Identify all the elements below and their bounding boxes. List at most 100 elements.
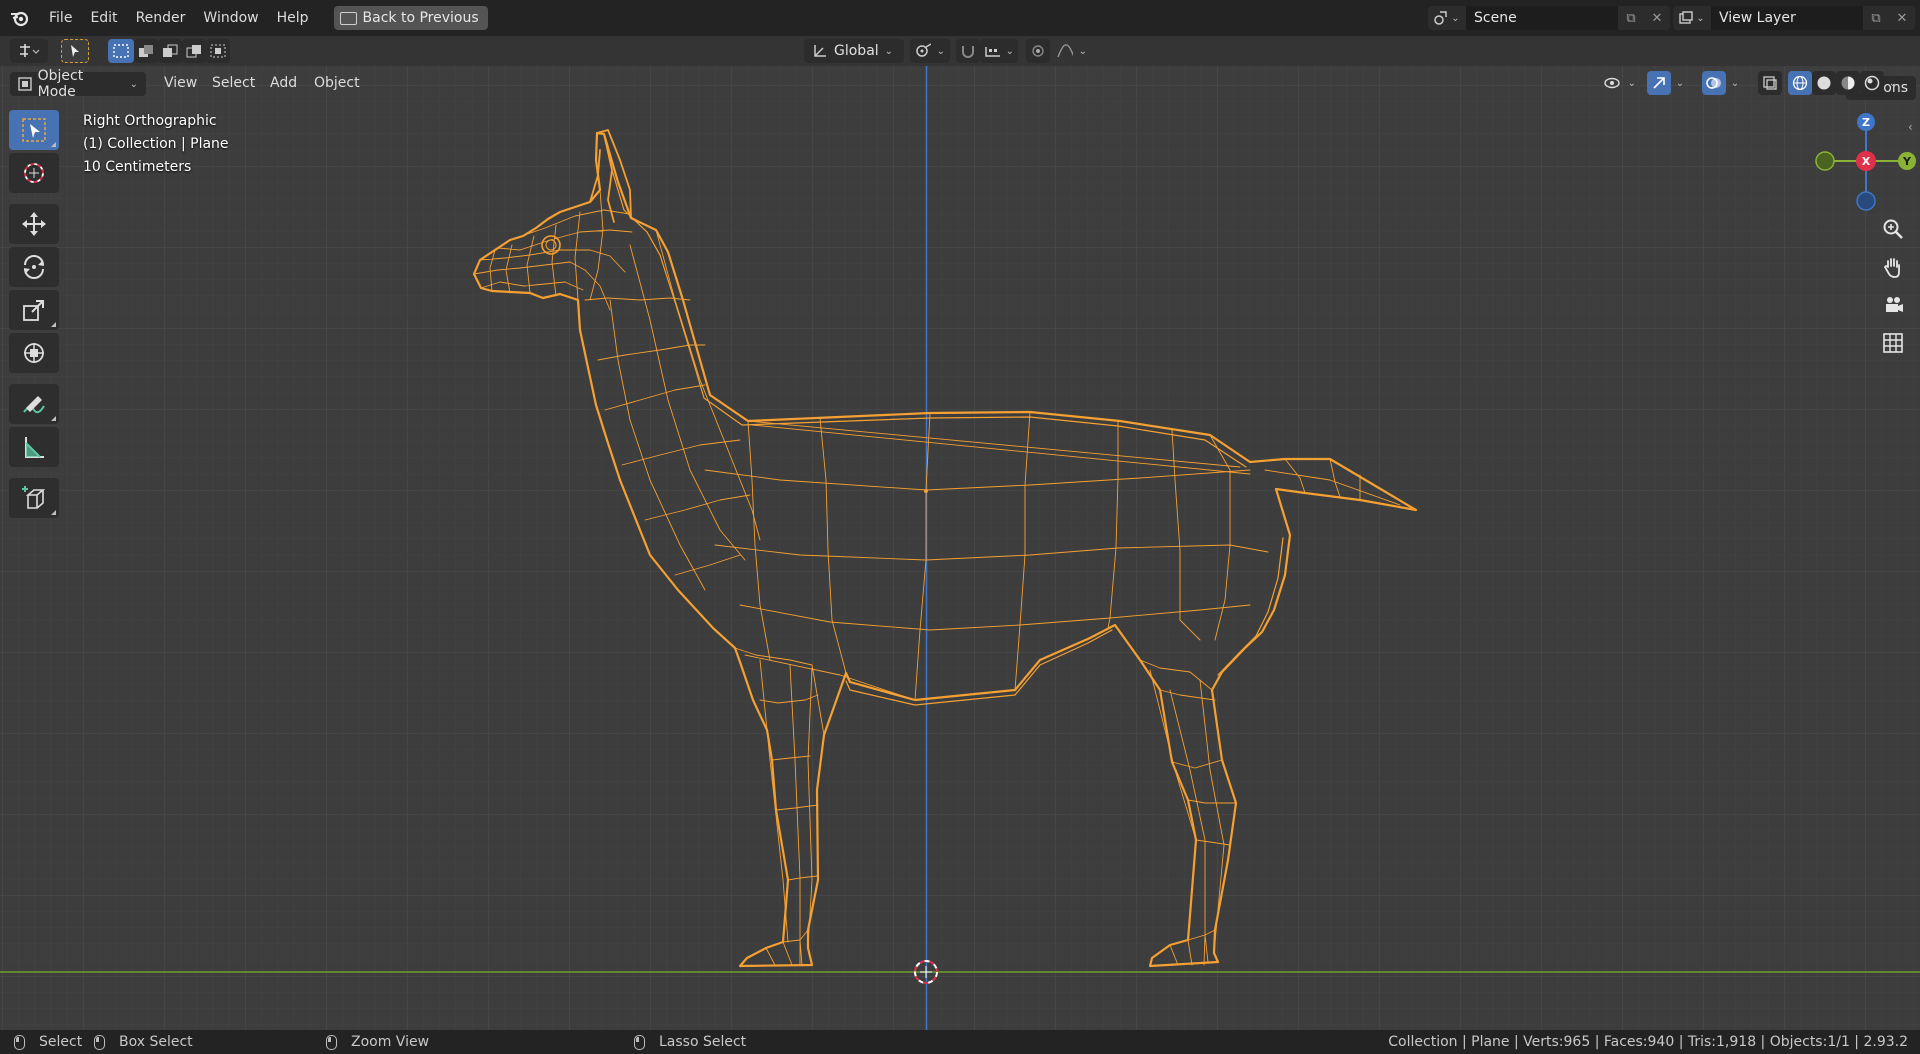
object-mode-label: Object Mode bbox=[37, 68, 84, 100]
shading-wireframe-icon[interactable] bbox=[1788, 71, 1812, 95]
back-screen-icon bbox=[339, 11, 357, 25]
status-box-select-label: Box Select bbox=[119, 1034, 193, 1050]
transform-orientation-label: Global bbox=[834, 43, 879, 59]
snap-target-dropdown[interactable]: ⌄ bbox=[980, 39, 1018, 63]
toggle-perspective-grid-icon[interactable] bbox=[1876, 326, 1910, 360]
navigation-gizmo[interactable]: Z X Y bbox=[1810, 108, 1920, 218]
status-lasso-select-hint: Lasso Select bbox=[634, 1034, 746, 1050]
transform-orientation-dropdown[interactable]: Global ⌄ bbox=[804, 39, 904, 63]
menu-select[interactable]: Select bbox=[206, 72, 261, 94]
view-layer-selector[interactable]: ⌄ View Layer ⧉ ✕ bbox=[1673, 6, 1915, 30]
status-select-hint: Select bbox=[14, 1034, 82, 1050]
measure-tool-icon[interactable] bbox=[9, 427, 59, 467]
menu-edit[interactable]: Edit bbox=[81, 0, 126, 36]
pivot-icon bbox=[916, 43, 931, 57]
orientation-axes-icon bbox=[814, 45, 826, 57]
tool-settings-header: Global ⌄ ⌄ ⌄ ⌄ Options bbox=[0, 36, 1920, 100]
menu-file[interactable]: File bbox=[40, 0, 81, 36]
status-select-label: Select bbox=[39, 1034, 83, 1050]
move-tool-icon[interactable] bbox=[9, 204, 59, 244]
chevron-down-icon: ⌄ bbox=[1078, 45, 1087, 57]
overlays-toggle-icon[interactable] bbox=[1702, 71, 1726, 95]
back-to-previous-label: Back to Previous bbox=[362, 10, 479, 26]
transform-tool-icon[interactable] bbox=[9, 333, 59, 373]
chevron-down-icon: ⌄ bbox=[1451, 12, 1460, 24]
menu-object[interactable]: Object bbox=[308, 72, 366, 94]
gizmo-toggle-icon[interactable] bbox=[1647, 71, 1671, 95]
scene-name-field[interactable]: Scene bbox=[1466, 6, 1618, 30]
new-scene-icon[interactable]: ⧉ bbox=[1618, 6, 1644, 30]
status-box-select-hint: Box Select bbox=[94, 1034, 193, 1050]
top-bar: File Edit Render Window Help Back to Pre… bbox=[0, 0, 1920, 36]
shading-solid-icon[interactable] bbox=[1812, 71, 1836, 95]
pivot-point-dropdown[interactable]: ⌄ bbox=[910, 39, 950, 63]
select-mode-new-icon[interactable] bbox=[108, 39, 134, 63]
status-zoom-view-label: Zoom View bbox=[351, 1034, 430, 1050]
proportional-falloff-dropdown[interactable]: ⌄ bbox=[1052, 39, 1092, 63]
select-mode-intersect-icon[interactable] bbox=[206, 39, 230, 63]
shading-rendered-icon[interactable] bbox=[1860, 71, 1884, 95]
gizmo-z-negative bbox=[1856, 191, 1876, 211]
scene-icon[interactable]: ⌄ bbox=[1428, 6, 1466, 30]
eye-icon bbox=[1604, 77, 1620, 89]
shading-dropdown-icon[interactable]: ⌄ bbox=[1884, 71, 1902, 95]
select-box-tool-icon[interactable] bbox=[9, 110, 59, 150]
shading-material-icon[interactable] bbox=[1836, 71, 1860, 95]
3d-viewport[interactable] bbox=[0, 66, 1920, 1030]
menu-view[interactable]: View bbox=[158, 72, 203, 94]
xray-toggle-icon[interactable] bbox=[1758, 71, 1782, 95]
snap-toggle-icon[interactable] bbox=[956, 39, 980, 63]
menu-window[interactable]: Window bbox=[194, 0, 267, 36]
chevron-down-icon: ⌄ bbox=[129, 78, 138, 90]
active-tool-select-icon[interactable] bbox=[61, 39, 89, 63]
proportional-editing-icon[interactable] bbox=[1026, 39, 1050, 63]
menu-add[interactable]: Add bbox=[264, 72, 303, 94]
pan-view-hand-icon[interactable] bbox=[1876, 250, 1910, 284]
back-to-previous-button[interactable]: Back to Previous bbox=[333, 6, 488, 30]
remove-view-layer-icon[interactable]: ✕ bbox=[1889, 6, 1915, 30]
select-mode-subtract-icon[interactable] bbox=[158, 39, 182, 63]
editor-type-icon[interactable] bbox=[10, 39, 48, 63]
zoom-view-icon[interactable] bbox=[1876, 212, 1910, 246]
view-layer-name-field[interactable]: View Layer bbox=[1711, 6, 1863, 30]
remove-scene-icon[interactable]: ✕ bbox=[1644, 6, 1670, 30]
chevron-down-icon: ⌄ bbox=[884, 45, 894, 57]
viewport-canvas[interactable] bbox=[0, 66, 1920, 1030]
chevron-down-icon: ⌄ bbox=[936, 45, 945, 57]
select-mode-extend-icon[interactable] bbox=[134, 39, 158, 63]
chevron-down-icon: ⌄ bbox=[1627, 77, 1636, 89]
collection-info: (1) Collection | Plane bbox=[83, 136, 229, 152]
rotate-tool-icon[interactable] bbox=[9, 247, 59, 287]
mouse-middle-icon bbox=[326, 1034, 337, 1050]
gizmo-x-label: X bbox=[1862, 155, 1871, 168]
add-cube-tool-icon[interactable] bbox=[9, 478, 59, 518]
visibility-dropdown[interactable]: ⌄ bbox=[1600, 71, 1640, 95]
object-mode-dropdown[interactable]: Object Mode ⌄ bbox=[10, 68, 146, 100]
menu-render[interactable]: Render bbox=[127, 0, 195, 36]
new-view-layer-icon[interactable]: ⧉ bbox=[1863, 6, 1889, 30]
scene-statistics: Collection | Plane | Verts:965 | Faces:9… bbox=[1388, 1034, 1908, 1050]
mouse-right-icon bbox=[634, 1034, 645, 1050]
blender-logo-icon[interactable] bbox=[0, 0, 40, 36]
menu-help[interactable]: Help bbox=[268, 0, 318, 36]
view-layer-icon[interactable]: ⌄ bbox=[1673, 6, 1711, 30]
scene-selector[interactable]: ⌄ Scene ⧉ ✕ bbox=[1428, 6, 1670, 30]
chevron-down-icon: ⌄ bbox=[1005, 45, 1014, 57]
viewport-info: Right Orthographic (1) Collection | Plan… bbox=[83, 110, 229, 179]
camera-view-icon[interactable] bbox=[1876, 288, 1910, 322]
annotate-tool-icon[interactable] bbox=[9, 384, 59, 424]
gizmo-y-label: Y bbox=[1902, 155, 1912, 168]
chevron-down-icon: ⌄ bbox=[1696, 12, 1705, 24]
tool-shelf bbox=[9, 110, 61, 521]
status-zoom-view-hint: Zoom View bbox=[326, 1034, 429, 1050]
grid-scale-info: 10 Centimeters bbox=[83, 159, 192, 175]
status-lasso-select-label: Lasso Select bbox=[659, 1034, 747, 1050]
mouse-drag-icon bbox=[94, 1034, 105, 1050]
gizmo-dropdown-icon[interactable]: ⌄ bbox=[1671, 71, 1689, 95]
select-mode-invert-icon[interactable] bbox=[182, 39, 206, 63]
gizmo-y-negative bbox=[1815, 151, 1835, 171]
overlays-dropdown-icon[interactable]: ⌄ bbox=[1726, 71, 1744, 95]
cursor-tool-icon[interactable] bbox=[9, 153, 59, 193]
object-mode-icon bbox=[18, 77, 32, 91]
scale-tool-icon[interactable] bbox=[9, 290, 59, 330]
